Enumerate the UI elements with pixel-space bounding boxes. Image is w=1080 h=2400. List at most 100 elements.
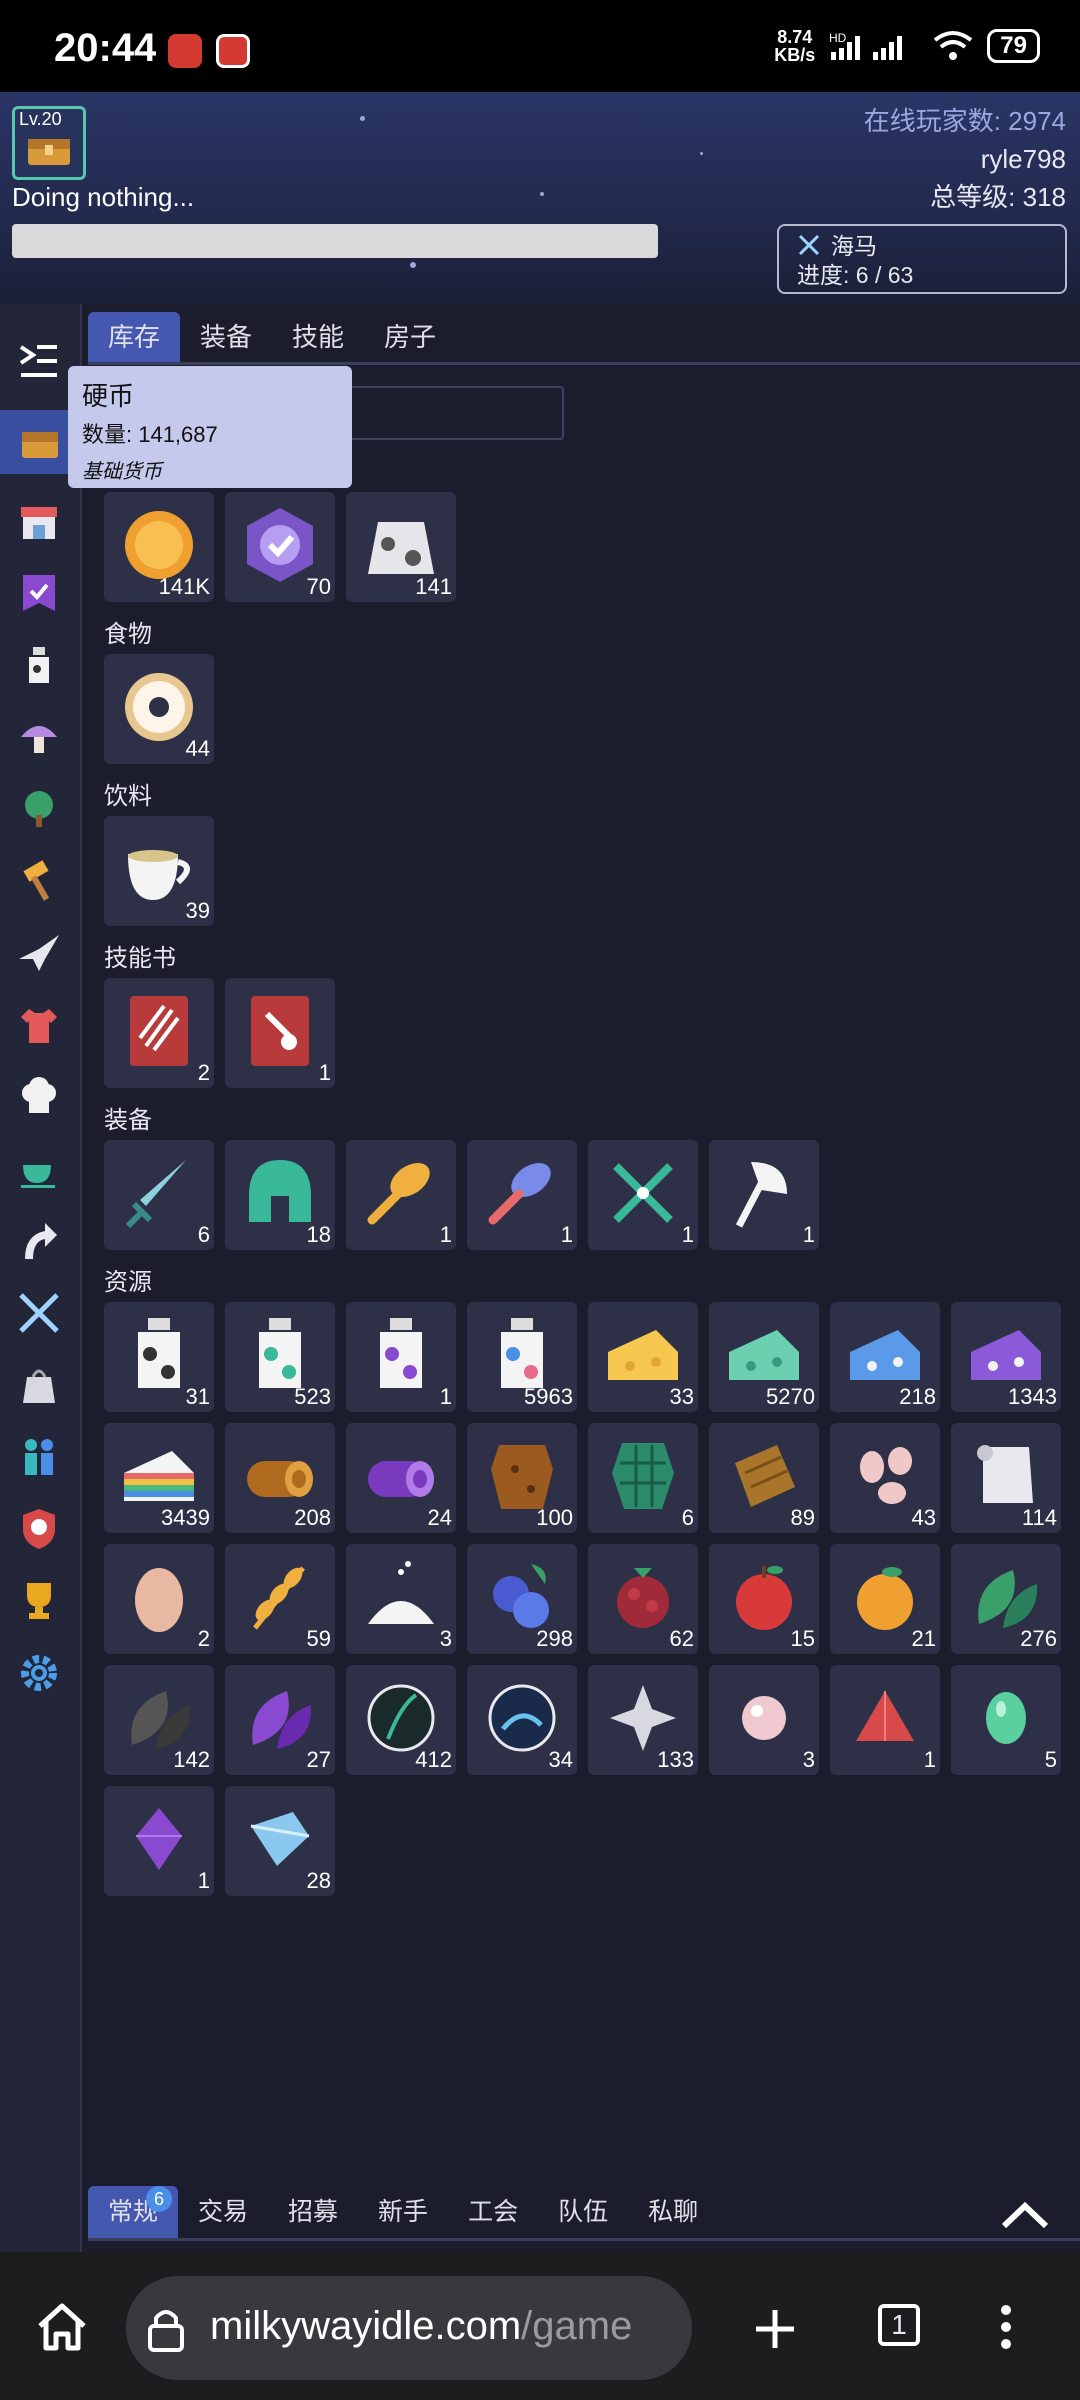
inventory-item[interactable]: 3: [346, 1544, 456, 1654]
inventory-item[interactable]: 5270: [709, 1302, 819, 1412]
inventory-item[interactable]: 1: [104, 1786, 214, 1896]
inventory-item[interactable]: 62: [588, 1544, 698, 1654]
sidebar-item-social[interactable]: [12, 1430, 66, 1484]
item-count: 21: [911, 1626, 936, 1651]
url-domain: milkywayidle.com: [210, 2304, 522, 2348]
inventory-item[interactable]: 523: [225, 1302, 335, 1412]
inventory-item[interactable]: 43: [830, 1423, 940, 1533]
inventory-item[interactable]: 21: [830, 1544, 940, 1654]
sidebar-item-tasks[interactable]: [12, 566, 66, 620]
menu-toggle-icon[interactable]: [12, 334, 66, 388]
inventory-item[interactable]: 208: [225, 1423, 335, 1533]
inventory-item[interactable]: 3: [709, 1665, 819, 1775]
inventory-item[interactable]: 276: [951, 1544, 1061, 1654]
sidebar-item-tailoring[interactable]: [12, 998, 66, 1052]
sidebar-item-crafting[interactable]: [12, 926, 66, 980]
sidebar-item-brewing[interactable]: [12, 1142, 66, 1196]
inventory-item[interactable]: 298: [467, 1544, 577, 1654]
inventory-item[interactable]: 6: [104, 1140, 214, 1250]
inventory-item[interactable]: 31: [104, 1302, 214, 1412]
item-count: 44: [185, 736, 210, 761]
tab-inventory[interactable]: 库存: [88, 312, 181, 362]
inventory-item[interactable]: 1: [709, 1140, 819, 1250]
sidebar-item-enhancing[interactable]: [12, 1214, 66, 1268]
inventory-item[interactable]: 33: [588, 1302, 698, 1412]
chat-tab-whisper[interactable]: 私聊: [628, 2186, 718, 2238]
section-drinks: 饮料: [104, 783, 152, 810]
shirt-icon: [21, 1009, 57, 1043]
inventory-item[interactable]: 1: [225, 978, 335, 1088]
sidebar-item-cheesesmithing[interactable]: [12, 854, 66, 908]
sidebar-item-woodcutting[interactable]: [12, 782, 66, 836]
inventory-item[interactable]: 141K: [104, 492, 214, 602]
tab-skills[interactable]: 技能: [272, 312, 364, 362]
inventory-item[interactable]: 5963: [467, 1302, 577, 1412]
more-menu-icon[interactable]: [996, 2302, 1016, 2352]
inventory-item[interactable]: 218: [830, 1302, 940, 1412]
current-task-card[interactable]: 海马 进度: 6 / 63: [777, 224, 1067, 294]
inventory-item[interactable]: 6: [588, 1423, 698, 1533]
chat-tab-party[interactable]: 队伍: [538, 2186, 628, 2238]
inventory-item[interactable]: 1: [830, 1665, 940, 1775]
inventory-item[interactable]: 27: [225, 1665, 335, 1775]
milk-bottle-icon: [29, 647, 49, 683]
axe-icon: [735, 1162, 787, 1228]
sidebar-item-shop[interactable]: [12, 1358, 66, 1412]
chat-tab-recruit[interactable]: 招募: [268, 2186, 358, 2238]
chat-tab-trade[interactable]: 交易: [178, 2186, 268, 2238]
inventory-item[interactable]: 1: [588, 1140, 698, 1250]
tab-equipment[interactable]: 装备: [180, 312, 272, 362]
inventory-item[interactable]: 142: [104, 1665, 214, 1775]
sidebar-item-marketplace[interactable]: [12, 494, 66, 548]
inventory-item[interactable]: 34: [467, 1665, 577, 1775]
inventory-item[interactable]: 59: [225, 1544, 335, 1654]
sidebar-item-guild[interactable]: [12, 1502, 66, 1556]
inventory-item[interactable]: 18: [225, 1140, 335, 1250]
inventory-item[interactable]: 141: [346, 492, 456, 602]
inventory-item[interactable]: 24: [346, 1423, 456, 1533]
inventory-item[interactable]: 5: [951, 1665, 1061, 1775]
chat-tab-beginner[interactable]: 新手: [358, 2186, 448, 2238]
inventory-item[interactable]: 412: [346, 1665, 456, 1775]
inventory-item[interactable]: 2: [104, 978, 214, 1088]
item-count: 1: [681, 1222, 694, 1247]
sidebar-item-settings[interactable]: [12, 1646, 66, 1700]
mushroom-icon: [21, 726, 57, 753]
inventory-item[interactable]: 100: [467, 1423, 577, 1533]
sidebar-item-leaderboard[interactable]: [12, 1574, 66, 1628]
address-bar[interactable]: milkywayidle.com/game: [126, 2276, 692, 2380]
tab-house[interactable]: 房子: [364, 312, 456, 362]
chevron-up-icon[interactable]: [1000, 2200, 1050, 2230]
inventory-item[interactable]: 15: [709, 1544, 819, 1654]
inventory-item[interactable]: 3439: [104, 1423, 214, 1533]
item-count: 218: [899, 1384, 936, 1409]
inventory-item[interactable]: 70: [225, 492, 335, 602]
inventory-item[interactable]: 1343: [951, 1302, 1061, 1412]
sugar-icon: [368, 1561, 434, 1624]
username[interactable]: ryle798: [864, 140, 1066, 178]
sidebar-item-cooking[interactable]: [12, 1070, 66, 1124]
inventory-item[interactable]: 114: [951, 1423, 1061, 1533]
chat-tab-general[interactable]: 常规 6: [88, 2186, 179, 2238]
inventory-item[interactable]: 1: [467, 1140, 577, 1250]
sidebar-item-milking[interactable]: [12, 638, 66, 692]
inventory-item[interactable]: 28: [225, 1786, 335, 1896]
inventory-item[interactable]: 44: [104, 654, 214, 764]
sidebar-item-combat[interactable]: [12, 1286, 66, 1340]
inventory-item[interactable]: 1: [346, 1302, 456, 1412]
new-tab-icon[interactable]: [752, 2306, 798, 2352]
sidebar-item-foraging[interactable]: [12, 710, 66, 764]
inventory-item[interactable]: 2: [104, 1544, 214, 1654]
tab-count-button[interactable]: 1: [878, 2304, 920, 2346]
home-icon[interactable]: [34, 2302, 90, 2352]
inventory-item[interactable]: 89: [709, 1423, 819, 1533]
chat-tab-guild[interactable]: 工会: [448, 2186, 538, 2238]
inventory-item[interactable]: 1: [346, 1140, 456, 1250]
arrow-up-icon: [25, 1223, 57, 1259]
book-hammer-icon: [251, 996, 309, 1066]
item-count: 100: [536, 1505, 573, 1530]
inventory-item[interactable]: 133: [588, 1665, 698, 1775]
inventory-item[interactable]: 39: [104, 816, 214, 926]
green-fabric-icon: [612, 1443, 674, 1509]
avatar[interactable]: Lv.20: [12, 106, 86, 180]
